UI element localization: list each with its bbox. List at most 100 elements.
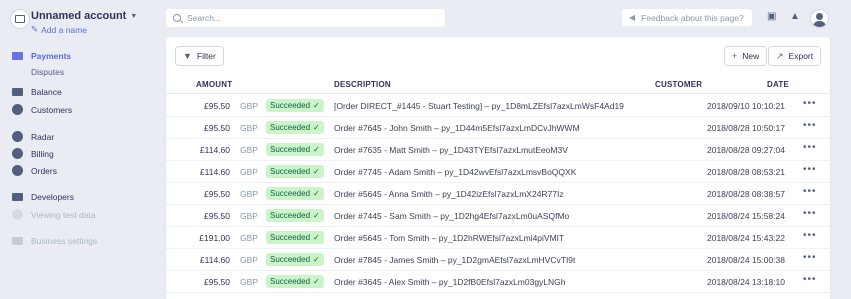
more-actions-icon[interactable]: •••	[803, 120, 817, 131]
sidebar-item-balance[interactable]: Balance	[12, 87, 62, 97]
status-label: Succeeded	[270, 145, 311, 154]
table-row[interactable]: £95.50 GBP Succeeded ✓ Order #3645 - Alex Sm…	[166, 271, 830, 293]
more-actions-icon[interactable]: •••	[803, 164, 817, 175]
status-badge: Succeeded ✓	[266, 275, 324, 288]
status-label: Succeeded	[270, 211, 311, 220]
sidebar-item-radar[interactable]: Radar	[12, 131, 54, 142]
table-row[interactable]: £95.50 GBP Succeeded ✓ Order #5645 - Anna Sm…	[166, 183, 830, 205]
table-header: AMOUNT DESCRIPTION CUSTOMER DATE	[166, 78, 830, 92]
bell-icon[interactable]: ▲	[790, 11, 800, 22]
sidebar-item-payments[interactable]: Payments	[12, 51, 71, 61]
checkmark-icon: ✓	[313, 233, 320, 242]
sidebar-item-label: Customers	[31, 104, 73, 115]
feedback-button[interactable]: ◀ Feedback about this page?	[622, 9, 752, 26]
checkmark-icon: ✓	[313, 101, 320, 110]
sidebar-item-label: Developers	[31, 192, 74, 202]
description: Order #7635 - Matt Smith – py_1D43TYEfsl…	[334, 145, 568, 155]
sidebar-item-developers[interactable]: Developers	[12, 192, 74, 202]
amount: £114.60	[199, 255, 230, 265]
currency: GBP	[240, 255, 258, 265]
status-badge: Succeeded ✓	[266, 187, 324, 200]
orders-icon	[12, 165, 23, 176]
date: 2018/08/24 15:58:24	[707, 211, 785, 221]
filter-icon: ▼	[183, 51, 192, 61]
avatar[interactable]	[810, 9, 829, 28]
sidebar-item-customers[interactable]: Customers	[12, 104, 72, 115]
payments-icon	[12, 52, 23, 60]
add-name-label: Add a name	[41, 24, 87, 35]
search-input[interactable]	[187, 13, 427, 23]
currency: GBP	[240, 123, 258, 133]
status-badge: Succeeded ✓	[266, 231, 324, 244]
status-label: Succeeded	[270, 189, 311, 198]
more-actions-icon[interactable]: •••	[803, 274, 817, 285]
description: Order #7745 - Adam Smith – py_1D42wvEfsl…	[334, 167, 577, 177]
book-icon[interactable]: ▣	[767, 11, 776, 22]
amount: £95.50	[204, 277, 230, 287]
currency: GBP	[240, 233, 258, 243]
chevron-down-icon: ▼	[130, 12, 138, 20]
account-logo[interactable]	[10, 9, 30, 29]
table-row[interactable]: £95.50 GBP Succeeded ✓ [Order DIRECT_#1445 -…	[166, 95, 830, 117]
status-badge: Succeeded ✓	[266, 165, 324, 178]
header-customer[interactable]: CUSTOMER	[655, 80, 702, 89]
account-switcher[interactable]: Unnamed account ▼	[31, 10, 137, 22]
checkmark-icon: ✓	[313, 145, 320, 154]
balance-icon	[12, 88, 23, 96]
export-icon: ↗	[776, 50, 784, 61]
amount: £95.50	[204, 211, 230, 221]
sidebar-item-label: Disputes	[31, 67, 65, 77]
table-row[interactable]: £95.50 GBP Succeeded ✓ Order #7645 - John Sm…	[166, 117, 830, 139]
new-button[interactable]: + New	[725, 47, 767, 65]
more-actions-icon[interactable]: •••	[803, 208, 817, 219]
table-row[interactable]: £114.60 GBP Succeeded ✓ Order #7745 - Adam S…	[166, 161, 830, 183]
currency: GBP	[240, 145, 258, 155]
status-label: Succeeded	[270, 101, 311, 110]
more-actions-icon[interactable]: •••	[803, 142, 817, 153]
settings-icon	[12, 237, 23, 245]
filter-label: Filter	[196, 51, 216, 61]
sidebar-item-disputes[interactable]: Disputes	[31, 67, 64, 77]
checkmark-icon: ✓	[313, 123, 320, 132]
sidebar-item-label: Orders	[31, 165, 57, 176]
status-label: Succeeded	[270, 123, 311, 132]
more-actions-icon[interactable]: •••	[803, 230, 817, 241]
header-description[interactable]: DESCRIPTION	[334, 80, 391, 89]
export-button[interactable]: ↗ Export	[769, 47, 821, 65]
date: 2018/08/24 15:00:38	[707, 255, 785, 265]
table-row[interactable]: £114.60 GBP Succeeded ✓ Order #7845 - James …	[166, 249, 830, 271]
amount: £95.50	[204, 123, 230, 133]
date: 2018/08/24 13:18:10	[707, 277, 785, 287]
description: Order #7645 - John Smith – py_1D44m5Efsl…	[334, 123, 580, 133]
description: Order #5645 - Tom Smith – py_1D2hRWEfsl7…	[334, 233, 565, 243]
checkmark-icon: ✓	[313, 189, 320, 198]
checkmark-icon: ✓	[313, 255, 320, 264]
filter-button[interactable]: ▼ Filter	[176, 47, 223, 65]
date: 2018/08/28 10:50:17	[707, 123, 785, 133]
sidebar-item-label: Radar	[31, 131, 55, 142]
billing-icon	[12, 148, 23, 159]
sidebar-item-orders[interactable]: Orders	[12, 165, 57, 176]
sidebar-item-business-settings[interactable]: Business settings	[12, 236, 97, 246]
table-row[interactable]: £114.60 GBP Succeeded ✓ Order #7635 - Matt S…	[166, 139, 830, 161]
checkmark-icon: ✓	[313, 277, 320, 286]
sidebar-item-label: Payments	[31, 51, 72, 61]
test-data-toggle[interactable]: Viewing test data	[12, 209, 96, 220]
header-amount[interactable]: AMOUNT	[196, 80, 232, 89]
header-divider	[166, 93, 830, 94]
more-actions-icon[interactable]: •••	[803, 252, 817, 263]
description: Order #7845 - James Smith – py_1D2gmAEfs…	[334, 255, 576, 265]
amount: £95.50	[204, 101, 230, 111]
table-row[interactable]: £95.50 GBP Succeeded ✓ Order #7445 - Sam Smi…	[166, 205, 830, 227]
description: Order #5645 - Anna Smith – py_1D42izEfsl…	[334, 189, 564, 199]
more-actions-icon[interactable]: •••	[803, 186, 817, 197]
status-label: Succeeded	[270, 277, 311, 286]
add-name-link[interactable]: ✎ Add a name	[31, 24, 87, 35]
sidebar-item-billing[interactable]: Billing	[12, 148, 54, 159]
header-date[interactable]: DATE	[767, 80, 789, 89]
radar-icon	[12, 131, 23, 142]
pencil-icon: ✎	[31, 24, 39, 34]
currency: GBP	[240, 211, 258, 221]
table-row[interactable]: £191.00 GBP Succeeded ✓ Order #5645 - Tom Sm…	[166, 227, 830, 249]
more-actions-icon[interactable]: •••	[803, 98, 817, 109]
